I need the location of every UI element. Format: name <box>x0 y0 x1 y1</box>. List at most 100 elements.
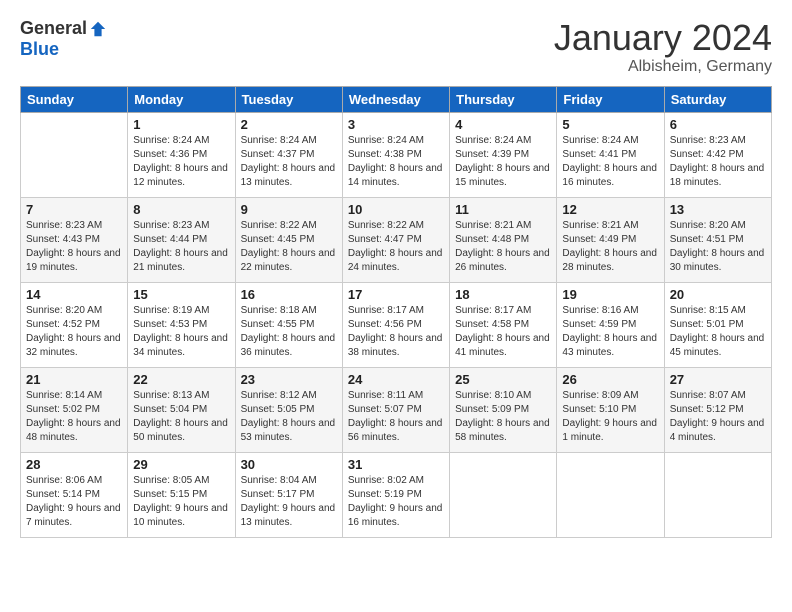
cell-date: 26 <box>562 372 658 387</box>
calendar-cell: 25 Sunrise: 8:10 AMSunset: 5:09 PMDaylig… <box>450 367 557 452</box>
calendar-cell: 30 Sunrise: 8:04 AMSunset: 5:17 PMDaylig… <box>235 452 342 537</box>
calendar-cell <box>450 452 557 537</box>
cell-date: 8 <box>133 202 229 217</box>
calendar-cell: 15 Sunrise: 8:19 AMSunset: 4:53 PMDaylig… <box>128 282 235 367</box>
calendar-cell: 21 Sunrise: 8:14 AMSunset: 5:02 PMDaylig… <box>21 367 128 452</box>
cell-info: Sunrise: 8:22 AMSunset: 4:45 PMDaylight:… <box>241 220 336 273</box>
cell-info: Sunrise: 8:10 AMSunset: 5:09 PMDaylight:… <box>455 390 550 443</box>
cell-date: 9 <box>241 202 337 217</box>
header: General Blue January 2024 Albisheim, Ger… <box>20 18 772 76</box>
calendar-cell: 16 Sunrise: 8:18 AMSunset: 4:55 PMDaylig… <box>235 282 342 367</box>
calendar-cell: 9 Sunrise: 8:22 AMSunset: 4:45 PMDayligh… <box>235 197 342 282</box>
calendar-table: Sunday Monday Tuesday Wednesday Thursday… <box>20 86 772 538</box>
cell-date: 25 <box>455 372 551 387</box>
cell-date: 11 <box>455 202 551 217</box>
cell-date: 16 <box>241 287 337 302</box>
cell-info: Sunrise: 8:20 AMSunset: 4:51 PMDaylight:… <box>670 220 765 273</box>
calendar-week-row-3: 14 Sunrise: 8:20 AMSunset: 4:52 PMDaylig… <box>21 282 772 367</box>
calendar-cell: 20 Sunrise: 8:15 AMSunset: 5:01 PMDaylig… <box>664 282 771 367</box>
cell-info: Sunrise: 8:24 AMSunset: 4:36 PMDaylight:… <box>133 135 228 188</box>
cell-info: Sunrise: 8:24 AMSunset: 4:39 PMDaylight:… <box>455 135 550 188</box>
logo-blue-text: Blue <box>20 39 59 60</box>
col-monday: Monday <box>128 86 235 112</box>
calendar-cell: 31 Sunrise: 8:02 AMSunset: 5:19 PMDaylig… <box>342 452 449 537</box>
cell-info: Sunrise: 8:20 AMSunset: 4:52 PMDaylight:… <box>26 305 121 358</box>
calendar-cell: 11 Sunrise: 8:21 AMSunset: 4:48 PMDaylig… <box>450 197 557 282</box>
cell-date: 28 <box>26 457 122 472</box>
cell-date: 20 <box>670 287 766 302</box>
col-sunday: Sunday <box>21 86 128 112</box>
calendar-cell: 29 Sunrise: 8:05 AMSunset: 5:15 PMDaylig… <box>128 452 235 537</box>
cell-info: Sunrise: 8:04 AMSunset: 5:17 PMDaylight:… <box>241 475 336 528</box>
page: General Blue January 2024 Albisheim, Ger… <box>0 0 792 612</box>
cell-info: Sunrise: 8:17 AMSunset: 4:56 PMDaylight:… <box>348 305 443 358</box>
cell-info: Sunrise: 8:22 AMSunset: 4:47 PMDaylight:… <box>348 220 443 273</box>
calendar-week-row-4: 21 Sunrise: 8:14 AMSunset: 5:02 PMDaylig… <box>21 367 772 452</box>
cell-info: Sunrise: 8:16 AMSunset: 4:59 PMDaylight:… <box>562 305 657 358</box>
cell-date: 19 <box>562 287 658 302</box>
calendar-cell <box>557 452 664 537</box>
cell-date: 14 <box>26 287 122 302</box>
cell-date: 31 <box>348 457 444 472</box>
calendar-cell: 3 Sunrise: 8:24 AMSunset: 4:38 PMDayligh… <box>342 112 449 197</box>
calendar-cell: 28 Sunrise: 8:06 AMSunset: 5:14 PMDaylig… <box>21 452 128 537</box>
calendar-cell: 6 Sunrise: 8:23 AMSunset: 4:42 PMDayligh… <box>664 112 771 197</box>
cell-date: 30 <box>241 457 337 472</box>
calendar-header-row: Sunday Monday Tuesday Wednesday Thursday… <box>21 86 772 112</box>
calendar-cell: 2 Sunrise: 8:24 AMSunset: 4:37 PMDayligh… <box>235 112 342 197</box>
cell-date: 22 <box>133 372 229 387</box>
cell-date: 10 <box>348 202 444 217</box>
cell-info: Sunrise: 8:06 AMSunset: 5:14 PMDaylight:… <box>26 475 121 528</box>
cell-info: Sunrise: 8:24 AMSunset: 4:37 PMDaylight:… <box>241 135 336 188</box>
calendar-cell: 24 Sunrise: 8:11 AMSunset: 5:07 PMDaylig… <box>342 367 449 452</box>
calendar-week-row-2: 7 Sunrise: 8:23 AMSunset: 4:43 PMDayligh… <box>21 197 772 282</box>
calendar-cell: 5 Sunrise: 8:24 AMSunset: 4:41 PMDayligh… <box>557 112 664 197</box>
cell-info: Sunrise: 8:17 AMSunset: 4:58 PMDaylight:… <box>455 305 550 358</box>
cell-info: Sunrise: 8:05 AMSunset: 5:15 PMDaylight:… <box>133 475 228 528</box>
calendar-cell: 27 Sunrise: 8:07 AMSunset: 5:12 PMDaylig… <box>664 367 771 452</box>
cell-info: Sunrise: 8:11 AMSunset: 5:07 PMDaylight:… <box>348 390 443 443</box>
cell-date: 2 <box>241 117 337 132</box>
cell-date: 3 <box>348 117 444 132</box>
cell-info: Sunrise: 8:23 AMSunset: 4:42 PMDaylight:… <box>670 135 765 188</box>
cell-info: Sunrise: 8:12 AMSunset: 5:05 PMDaylight:… <box>241 390 336 443</box>
cell-date: 18 <box>455 287 551 302</box>
cell-date: 7 <box>26 202 122 217</box>
calendar-cell: 13 Sunrise: 8:20 AMSunset: 4:51 PMDaylig… <box>664 197 771 282</box>
cell-date: 4 <box>455 117 551 132</box>
calendar-cell: 10 Sunrise: 8:22 AMSunset: 4:47 PMDaylig… <box>342 197 449 282</box>
cell-info: Sunrise: 8:18 AMSunset: 4:55 PMDaylight:… <box>241 305 336 358</box>
cell-date: 21 <box>26 372 122 387</box>
calendar-cell: 8 Sunrise: 8:23 AMSunset: 4:44 PMDayligh… <box>128 197 235 282</box>
logo-icon <box>89 20 107 38</box>
calendar-cell: 19 Sunrise: 8:16 AMSunset: 4:59 PMDaylig… <box>557 282 664 367</box>
cell-date: 5 <box>562 117 658 132</box>
month-title: January 2024 <box>554 18 772 58</box>
cell-date: 23 <box>241 372 337 387</box>
cell-info: Sunrise: 8:14 AMSunset: 5:02 PMDaylight:… <box>26 390 121 443</box>
col-wednesday: Wednesday <box>342 86 449 112</box>
cell-info: Sunrise: 8:19 AMSunset: 4:53 PMDaylight:… <box>133 305 228 358</box>
logo: General Blue <box>20 18 107 60</box>
cell-info: Sunrise: 8:21 AMSunset: 4:49 PMDaylight:… <box>562 220 657 273</box>
cell-date: 29 <box>133 457 229 472</box>
calendar-cell: 12 Sunrise: 8:21 AMSunset: 4:49 PMDaylig… <box>557 197 664 282</box>
cell-info: Sunrise: 8:07 AMSunset: 5:12 PMDaylight:… <box>670 390 765 443</box>
logo-general-text: General <box>20 18 87 39</box>
calendar-cell: 7 Sunrise: 8:23 AMSunset: 4:43 PMDayligh… <box>21 197 128 282</box>
cell-date: 13 <box>670 202 766 217</box>
cell-info: Sunrise: 8:23 AMSunset: 4:44 PMDaylight:… <box>133 220 228 273</box>
calendar-cell <box>664 452 771 537</box>
cell-date: 6 <box>670 117 766 132</box>
cell-info: Sunrise: 8:24 AMSunset: 4:38 PMDaylight:… <box>348 135 443 188</box>
calendar-cell: 4 Sunrise: 8:24 AMSunset: 4:39 PMDayligh… <box>450 112 557 197</box>
cell-date: 12 <box>562 202 658 217</box>
calendar-cell <box>21 112 128 197</box>
location: Albisheim, Germany <box>554 58 772 76</box>
col-saturday: Saturday <box>664 86 771 112</box>
col-tuesday: Tuesday <box>235 86 342 112</box>
calendar-cell: 23 Sunrise: 8:12 AMSunset: 5:05 PMDaylig… <box>235 367 342 452</box>
title-block: January 2024 Albisheim, Germany <box>554 18 772 76</box>
calendar-week-row-1: 1 Sunrise: 8:24 AMSunset: 4:36 PMDayligh… <box>21 112 772 197</box>
cell-info: Sunrise: 8:24 AMSunset: 4:41 PMDaylight:… <box>562 135 657 188</box>
